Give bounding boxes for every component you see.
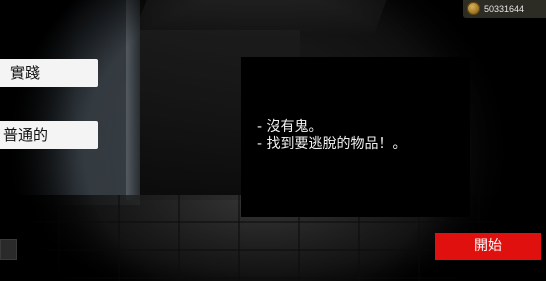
mode-description-text: - 沒有鬼。 - 找到要逃脫的物品！。 [257, 119, 407, 153]
mode-description-panel: - 沒有鬼。 - 找到要逃脫的物品！。 [241, 57, 470, 217]
description-line: - 找到要逃脫的物品！。 [257, 136, 407, 152]
practice-mode-button[interactable]: 實踐 [0, 59, 98, 87]
game-scene: 50331644 實踐 普通的 - 沒有鬼。 - 找到要逃脫的物品！。 開始 [0, 0, 546, 281]
description-line: - 沒有鬼。 [257, 119, 323, 135]
currency-display: 50331644 [463, 0, 546, 18]
small-toggle-button[interactable] [0, 239, 17, 260]
coin-icon [467, 2, 480, 15]
start-button[interactable]: 開始 [435, 233, 541, 260]
normal-mode-button[interactable]: 普通的 [0, 121, 98, 149]
currency-amount: 50331644 [484, 4, 525, 14]
